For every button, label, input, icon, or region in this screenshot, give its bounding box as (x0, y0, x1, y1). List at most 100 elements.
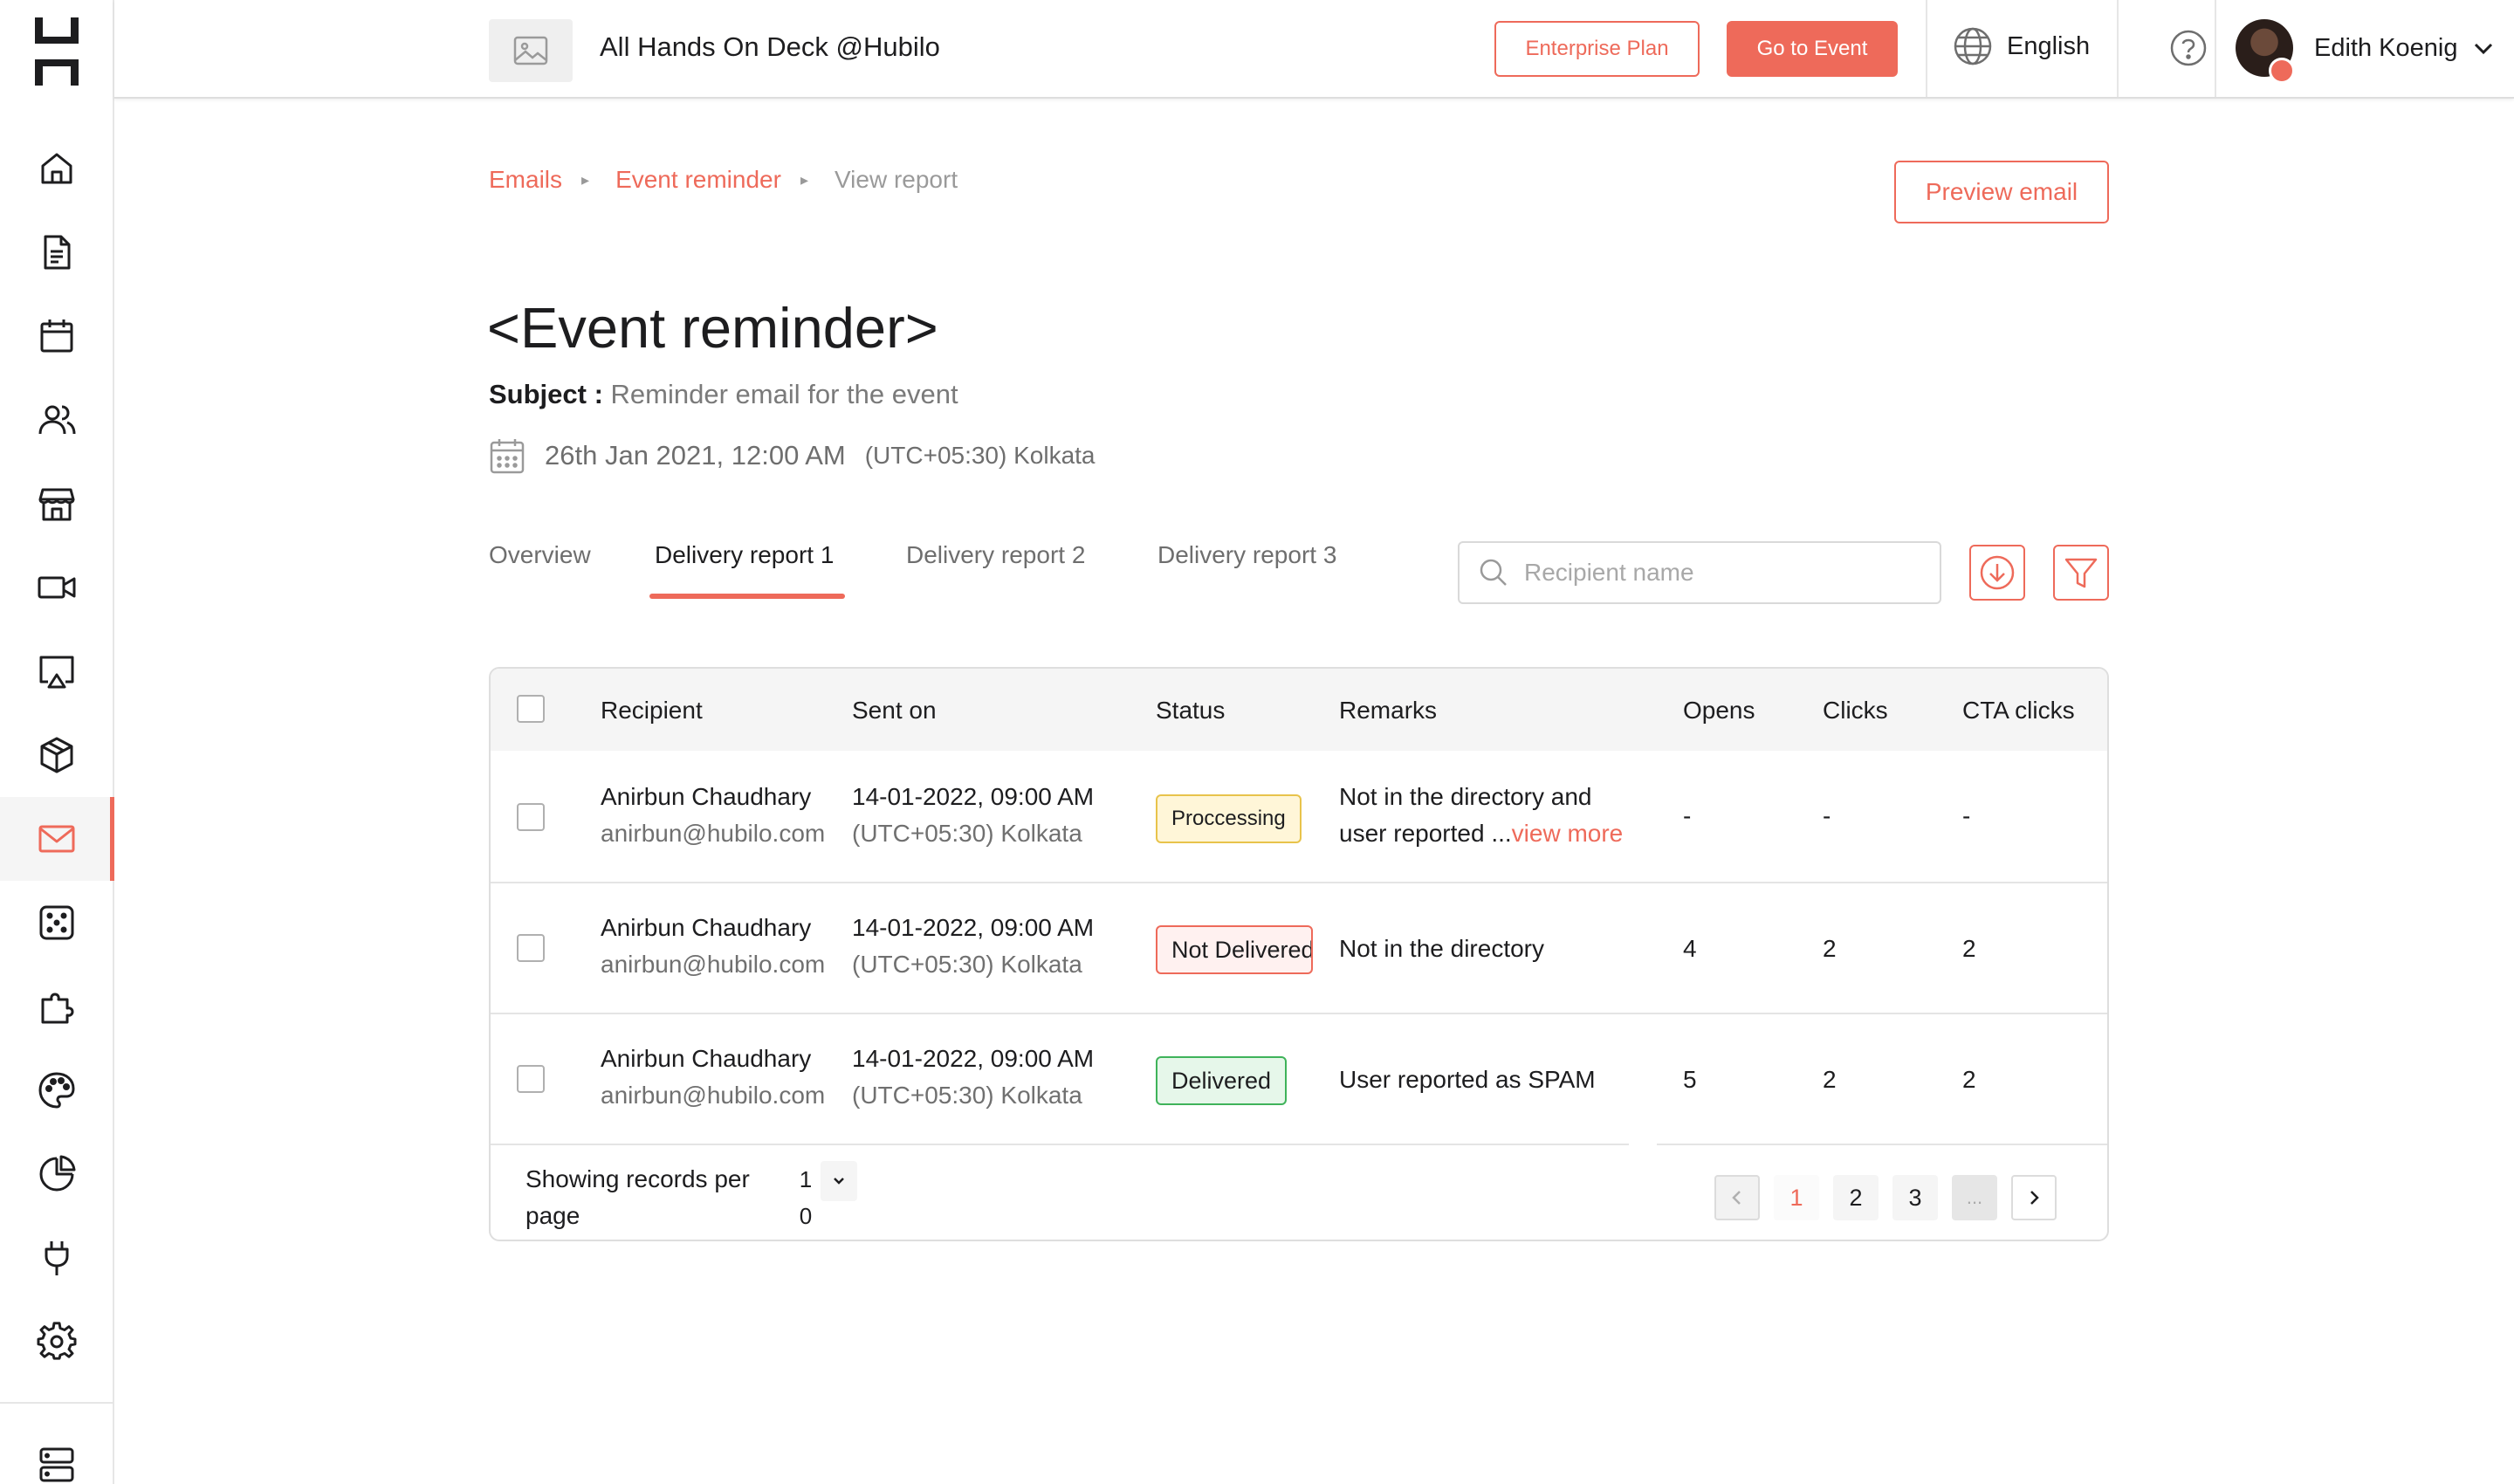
breadcrumb-event-reminder[interactable]: Event reminder (615, 166, 781, 194)
preview-email-button[interactable]: Preview email (1894, 161, 2109, 223)
sidebar-item-analytics[interactable] (0, 1132, 113, 1216)
language-selector[interactable]: English (1953, 26, 2090, 66)
header-separator (2215, 0, 2216, 97)
schedule-datetime: 26th Jan 2021, 12:00 AM (UTC+05:30) Kolk… (489, 436, 1096, 475)
breadcrumb-separator-icon: ▸ (581, 170, 590, 189)
column-opens[interactable]: Opens (1683, 697, 1755, 725)
breadcrumb: Emails ▸ Event reminder ▸ View report (489, 166, 958, 194)
user-menu[interactable]: Edith Koenig (2236, 19, 2496, 84)
breadcrumb-current: View report (834, 166, 958, 193)
search-input[interactable] (1524, 559, 1926, 587)
sidebar-item-video[interactable] (0, 546, 113, 629)
row-checkbox[interactable] (517, 934, 545, 962)
table-row: Anirbun Chaudhary anirbun@hubilo.com 14-… (491, 882, 2107, 1013)
sidebar-item-servers[interactable] (0, 1423, 113, 1484)
row-checkbox[interactable] (517, 803, 545, 831)
clicks-value: 2 (1823, 935, 1837, 962)
plug-icon (45, 1241, 68, 1275)
page-3-button[interactable]: 3 (1892, 1175, 1938, 1220)
breadcrumb-separator-icon: ▸ (800, 170, 808, 189)
remarks-text: user reported ... (1339, 820, 1512, 847)
records-per-page-value: 10 (799, 1166, 813, 1229)
page-1-button[interactable]: 1 (1774, 1175, 1819, 1220)
recipient-cell: Anirbun Chaudhary anirbun@hubilo.com (601, 779, 825, 852)
download-icon (1980, 555, 2015, 590)
prev-page-button[interactable] (1714, 1175, 1760, 1220)
table-row: Anirbun Chaudhary anirbun@hubilo.com 14-… (491, 751, 2107, 882)
records-per-page-label: Showing records per page (525, 1165, 750, 1229)
sidebar-item-calendar[interactable] (0, 294, 113, 378)
page-ellipsis: ... (1952, 1175, 1997, 1220)
palette-icon (38, 1072, 75, 1109)
event-title: All Hands On Deck @Hubilo (600, 31, 940, 62)
event-thumbnail (489, 19, 573, 82)
sidebar-item-apps[interactable] (0, 1216, 113, 1300)
sidebar-item-settings[interactable] (0, 1300, 113, 1384)
tab-delivery-report-1[interactable]: Delivery report 1 (655, 541, 834, 569)
tab-delivery-report-3[interactable]: Delivery report 3 (1157, 541, 1336, 569)
sidebar-item-documents[interactable] (0, 210, 113, 294)
sidebar-item-home[interactable] (0, 127, 113, 210)
clicks-value: - (1823, 802, 1831, 829)
sent-on-cell: 14-01-2022, 09:00 AM (UTC+05:30) Kolkata (852, 779, 1094, 852)
help-icon[interactable] (2167, 26, 2210, 70)
sidebar-item-store[interactable] (0, 462, 113, 546)
next-page-button[interactable] (2011, 1175, 2057, 1220)
schedule-date: 26th Jan 2021, 12:00 AM (545, 440, 846, 471)
page-2-button[interactable]: 2 (1833, 1175, 1879, 1220)
column-sent-on[interactable]: Sent on (852, 697, 937, 725)
view-more-link[interactable]: view more (1512, 820, 1624, 847)
remarks-cell: Not in the directory and user reported .… (1339, 779, 1623, 852)
sidebar-item-people[interactable] (0, 378, 113, 462)
recipient-email: anirbun@hubilo.com (601, 1082, 826, 1109)
sidebar-item-screen[interactable] (0, 629, 113, 713)
download-button[interactable] (1969, 545, 2025, 601)
delivery-report-table: Recipient Sent on Status Remarks Opens C… (489, 667, 2109, 1241)
avatar (2236, 19, 2295, 84)
sidebar-item-integrations[interactable] (0, 965, 113, 1048)
footer-divider-gap (1629, 1144, 1657, 1147)
globe-icon (1954, 27, 1992, 65)
tab-overview[interactable]: Overview (489, 541, 591, 569)
column-status[interactable]: Status (1156, 697, 1225, 725)
language-label: English (2007, 31, 2091, 60)
cta-clicks-value: 2 (1962, 1066, 1976, 1093)
opens-value: - (1683, 802, 1692, 829)
top-header: All Hands On Deck @Hubilo Enterprise Pla… (114, 0, 2514, 99)
sidebar (0, 0, 114, 1484)
column-clicks[interactable]: Clicks (1823, 697, 1888, 725)
row-checkbox[interactable] (517, 1065, 545, 1093)
active-tab-indicator (649, 594, 845, 599)
sidebar-item-emails[interactable] (0, 797, 114, 881)
subject-line: Subject : Reminder email for the event (489, 379, 958, 410)
subject-value: Reminder email for the event (610, 379, 958, 409)
header-separator (1926, 0, 1927, 97)
recipient-cell: Anirbun Chaudhary anirbun@hubilo.com (601, 910, 825, 983)
recipient-name: Anirbun Chaudhary (601, 783, 812, 810)
cta-clicks-value: 2 (1962, 935, 1976, 962)
filter-button[interactable] (2053, 545, 2109, 601)
column-cta-clicks[interactable]: CTA clicks (1962, 697, 2075, 725)
recipient-name: Anirbun Chaudhary (601, 1045, 812, 1072)
sidebar-item-branding[interactable] (0, 1048, 113, 1132)
sidebar-item-box[interactable] (0, 713, 113, 797)
column-remarks[interactable]: Remarks (1339, 697, 1437, 725)
sidebar-item-games[interactable] (0, 881, 113, 965)
filter-icon (2064, 558, 2098, 588)
store-icon (38, 488, 74, 521)
go-to-event-button[interactable]: Go to Event (1727, 21, 1898, 77)
records-per-page-select[interactable]: 10 (796, 1161, 857, 1234)
chevron-right-icon (2030, 1191, 2039, 1205)
tab-delivery-report-2[interactable]: Delivery report 2 (906, 541, 1085, 569)
calendar-icon (490, 439, 525, 474)
column-recipient[interactable]: Recipient (601, 697, 703, 725)
recipient-email: anirbun@hubilo.com (601, 820, 826, 847)
remarks-text: User reported as SPAM (1339, 1066, 1596, 1093)
select-all-checkbox[interactable] (517, 695, 545, 723)
breadcrumb-emails[interactable]: Emails (489, 166, 562, 194)
recipient-cell: Anirbun Chaudhary anirbun@hubilo.com (601, 1041, 825, 1114)
hubilo-logo-icon[interactable] (35, 17, 79, 86)
user-name: Edith Koenig (2314, 33, 2458, 62)
enterprise-plan-button[interactable]: Enterprise Plan (1494, 21, 1700, 77)
page-title: <Event reminder> (487, 296, 938, 360)
